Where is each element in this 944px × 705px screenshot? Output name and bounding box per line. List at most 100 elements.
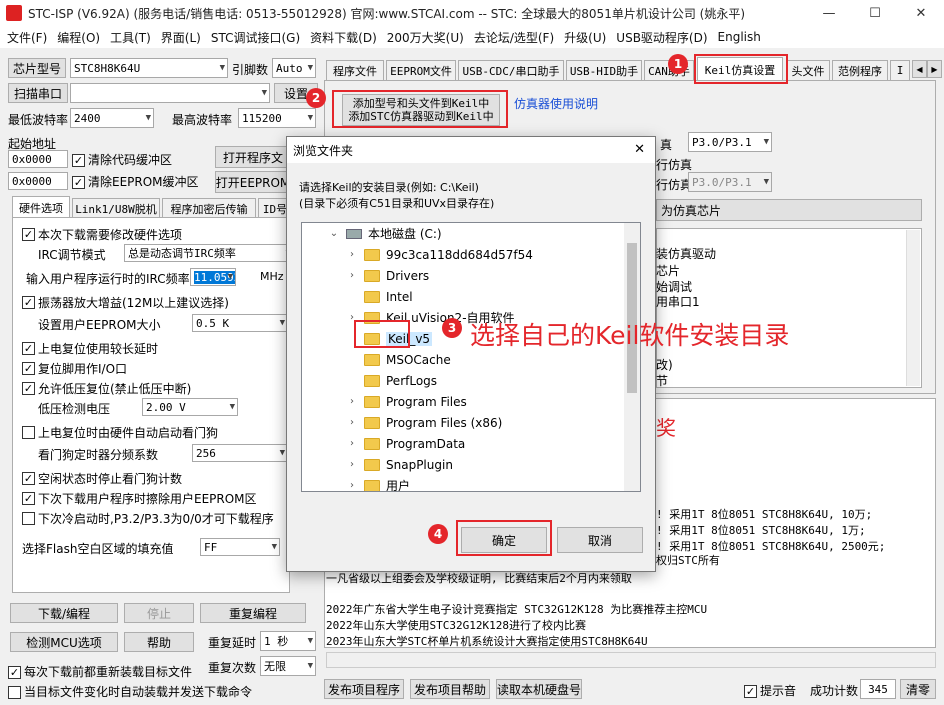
menu-upgrade[interactable]: 升级(U) [559,29,611,46]
repeat-delay-select[interactable]: 1 秒 ▼ [260,631,316,651]
open-eeprom-button[interactable]: 打开EEPROM [215,171,291,193]
tab-usb-cdc[interactable]: USB-CDC/串口助手 [458,60,564,80]
tree-folder-item[interactable]: › Program Files (x86) [346,412,502,433]
tree-folder-item[interactable]: › Program Files [346,391,467,412]
tree-folder-item[interactable]: › 用户 [346,475,410,491]
menu-forum[interactable]: 去论坛/选型(F) [469,29,559,46]
chip-type-select[interactable]: STC8H8K64U ▼ [70,58,228,78]
hw-option-select[interactable]: 0.5 K ▼ [192,314,288,332]
reload-option[interactable]: ✓ 每次下载前都重新装载目标文件 [8,663,192,680]
menu-english[interactable]: English [713,30,766,44]
help-button[interactable]: 帮助 [124,632,194,652]
detect-mcu-button[interactable]: 检测MCU选项 [10,632,118,652]
tab-scroll-right-button[interactable]: ▶ [927,60,942,78]
tree-folder-item[interactable]: › 99c3ca118dd684d57f54 [346,244,533,265]
chevron-down-icon[interactable]: ⌄ [328,228,340,239]
info-scrollbar[interactable] [906,230,920,386]
hw-option-select[interactable]: 总是动态调节IRC频率▼ [124,244,294,262]
tab-scroll-left-button[interactable]: ◀ [912,60,927,78]
publish-help-button[interactable]: 发布项目帮助 [410,679,490,699]
scan-port-button[interactable]: 扫描串口 [8,83,68,103]
clear-count-button[interactable]: 清零 [900,679,936,699]
publish-program-button[interactable]: 发布项目程序 [324,679,404,699]
tab-eeprom-file[interactable]: EEPROM文件 [386,60,456,80]
chevron-right-icon[interactable]: › [346,249,358,260]
tab-usb-hid[interactable]: USB-HID助手 [566,60,642,80]
pin-count-select[interactable]: Auto ▼ [272,58,316,78]
hw-option-select[interactable]: 2.00 V ▼ [142,398,238,416]
menu-debug[interactable]: STC调试接口(G) [206,29,305,46]
chevron-right-icon[interactable]: › [346,270,358,281]
tree-folder-item[interactable]: MSOCache [346,349,451,370]
checkbox[interactable] [22,512,35,525]
maximize-button[interactable]: ☐ [852,0,898,26]
auto-send-option[interactable]: 当目标文件变化时自动装载并发送下载命令 [8,683,252,700]
close-button[interactable]: ✕ [898,0,944,26]
hw-option-select[interactable]: 11.0592 ▼ [190,268,236,286]
tree-folder-item[interactable]: › Drivers [346,265,429,286]
set-emulator-chip-button[interactable]: 为仿真芯片 [656,199,922,221]
tree-root-drive[interactable]: ⌄ 本地磁盘 (C:) [328,223,442,244]
checkbox[interactable]: ✓ [22,342,35,355]
tab-hardware-options[interactable]: 硬件选项 [12,196,70,218]
checkbox[interactable]: ✓ [22,492,35,505]
clear-eeprom-option[interactable]: ✓ 清除EEPROM缓冲区 [72,173,199,190]
menu-interface[interactable]: 界面(L) [156,29,206,46]
code-addr-input[interactable]: 0x0000 [8,150,68,168]
tree-folder-item[interactable]: › ProgramData [346,433,465,454]
menu-tools[interactable]: 工具(T) [105,29,156,46]
port-select[interactable]: ▼ [70,83,270,103]
download-button[interactable]: 下载/编程 [10,603,118,623]
checkbox[interactable]: ✓ [72,154,85,167]
open-program-button[interactable]: 打开程序文 [215,146,291,168]
eeprom-addr-input[interactable]: 0x0000 [8,172,68,190]
tree-folder-item[interactable]: Intel [346,286,413,307]
log-hscrollbar[interactable] [326,652,936,668]
hw-option-select[interactable]: FF ▼ [200,538,280,556]
min-baud-select[interactable]: 2400 ▼ [70,108,154,128]
stop-button[interactable]: 停止 [124,603,194,623]
read-disk-button[interactable]: 读取本机硬盘号 [496,679,582,699]
menu-program[interactable]: 编程(O) [52,29,105,46]
checkbox[interactable]: ✓ [8,666,21,679]
cancel-button[interactable]: 取消 [557,527,643,553]
chevron-right-icon[interactable]: › [346,438,358,449]
chevron-right-icon[interactable]: › [346,396,358,407]
hw-option-select[interactable]: 256 ▼ [192,444,288,462]
tree-folder-item[interactable]: › SnapPlugin [346,454,453,475]
tree-scrollbar[interactable] [624,223,640,491]
dialog-close-icon[interactable]: ✕ [634,142,645,157]
folder-tree[interactable]: ⌄ 本地磁盘 (C:) › 99c3ca118dd684d57f54 › Driver… [301,222,641,492]
checkbox[interactable]: ✓ [22,472,35,485]
beep-option[interactable]: ✓ 提示音 [744,682,796,699]
max-baud-select[interactable]: 115200 ▼ [238,108,316,128]
menu-usb-driver[interactable]: USB驱动程序(D) [611,29,712,46]
tab-examples[interactable]: 范例程序 [832,60,888,80]
menu-downloads[interactable]: 资料下载(D) [305,29,382,46]
tree-folder-item[interactable]: PerfLogs [346,370,437,391]
menu-file[interactable]: 文件(F) [2,29,52,46]
menu-prize[interactable]: 200万大奖(U) [382,29,469,46]
clear-code-option[interactable]: ✓ 清除代码缓冲区 [72,151,172,168]
checkbox[interactable] [22,426,35,439]
checkbox[interactable]: ✓ [72,176,85,189]
chevron-right-icon[interactable]: › [346,417,358,428]
tab-header-file[interactable]: 头文件 [786,60,830,80]
chevron-right-icon[interactable]: › [346,459,358,470]
checkbox[interactable]: ✓ [22,228,35,241]
checkbox[interactable]: ✓ [744,685,757,698]
emulator-manual-link[interactable]: 仿真器使用说明 [514,95,598,112]
checkbox[interactable]: ✓ [22,296,35,309]
checkbox[interactable]: ✓ [22,362,35,375]
tab-program-file[interactable]: 程序文件 [326,60,384,80]
minimize-button[interactable]: — [806,0,852,26]
checkbox[interactable] [8,686,21,699]
tab-more[interactable]: I [890,60,910,80]
tab-link1[interactable]: Link1/U8W脱机 [72,198,160,218]
chevron-right-icon[interactable]: › [346,480,358,491]
tab-encrypt[interactable]: 程序加密后传输 [162,198,256,218]
emu-port-select[interactable]: P3.0/P3.1 ▼ [688,132,772,152]
repeat-count-select[interactable]: 无限 ▼ [260,656,316,676]
repeat-program-button[interactable]: 重复编程 [200,603,306,623]
checkbox[interactable]: ✓ [22,382,35,395]
